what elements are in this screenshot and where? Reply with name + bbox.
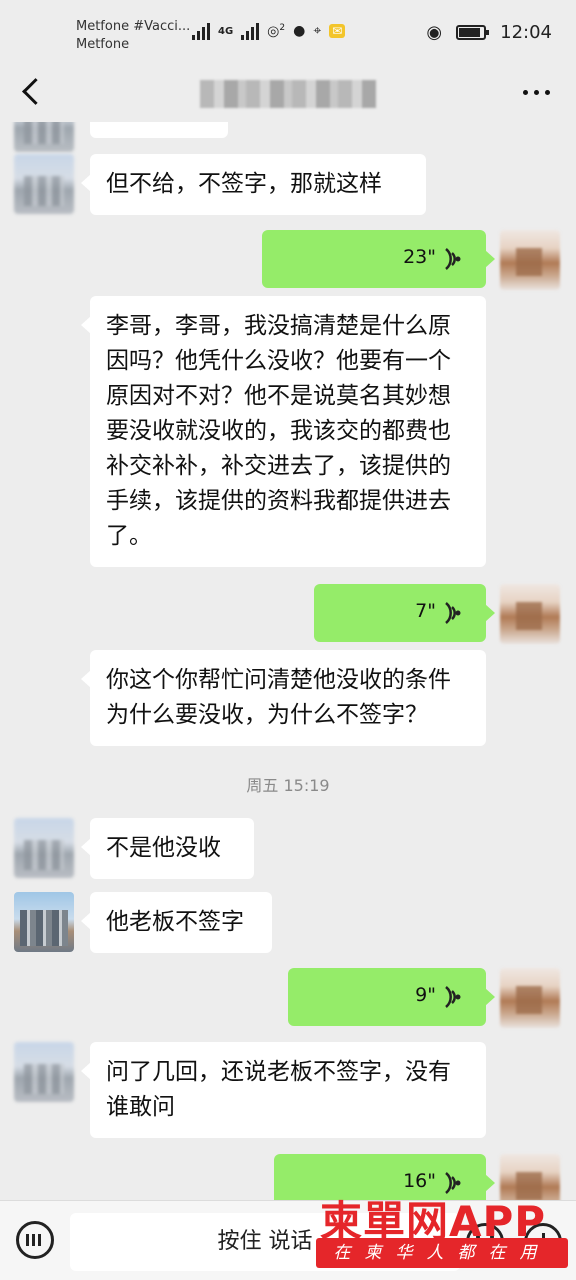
hotspot-count: 2 [279,22,286,33]
message-bubble-partial[interactable] [90,122,228,138]
message-bubble[interactable]: 他老板不签字 [81,892,272,953]
status-bar: Metfone #Vacci... Metfone 4G ◎2 ● ⌖ ✉ ◉ … [0,0,576,64]
hotspot-icon: ◎2 [267,22,286,40]
message-timestamp: 周五 15:19 [246,776,330,795]
message-text: 他老板不签字 [106,909,244,935]
carrier-line-1: Metfone #Vacci... [76,19,191,34]
voice-wave-icon [445,602,461,624]
status-right: ◉ 12:04 [426,22,552,43]
avatar[interactable] [14,154,74,214]
carrier-line-2: Metfone [76,37,130,52]
more-button[interactable] [523,90,550,95]
voice-duration: 7" [415,600,436,622]
signal-icon-2 [241,22,260,40]
message-bubble[interactable]: 但不给，不签字，那就这样 [81,154,426,215]
ellipsis-icon [523,90,528,95]
watermark-logo: 柬單网APP 在柬华人都在用 [316,1188,574,1278]
my-avatar[interactable] [500,968,560,1028]
avatar[interactable] [14,818,74,878]
my-avatar[interactable] [500,584,560,644]
signal-icon [192,22,210,40]
watermark-slogan: 在柬华人都在用 [316,1238,568,1268]
avatar[interactable] [14,122,74,152]
avatar[interactable] [14,1042,74,1102]
back-button[interactable] [18,76,48,108]
voice-message[interactable]: 9" [288,968,495,1026]
location-icon: ⌖ [313,23,322,39]
voice-duration: 23" [403,246,436,268]
carrier-info: Metfone #Vacci... Metfone [76,18,190,54]
keyboard-icon[interactable] [16,1221,54,1259]
chat-bubble-icon: ● [293,23,306,39]
network-label: 4G [218,25,234,37]
battery-icon [456,25,490,40]
message-bubble[interactable]: 李哥，李哥，我没搞清楚是什么原因吗？他凭什么没收？他要有一个原因对不对？他不是说… [81,296,486,567]
avatar[interactable] [14,892,74,952]
battery-level [459,28,480,37]
voice-wave-icon [445,248,461,270]
message-bubble[interactable]: 问了几回，还说老板不签字，没有谁敢问 [81,1042,486,1138]
voice-wave-icon [445,986,461,1008]
message-bubble[interactable]: 不是他没收 [81,818,254,879]
message-text: 但不给，不签字，那就这样 [106,171,382,197]
voice-duration: 9" [415,984,436,1006]
chat-header [0,64,576,122]
clock: 12:04 [500,22,552,43]
message-text: 不是他没收 [106,835,221,861]
voice-message[interactable]: 23" [262,230,495,288]
chat-area[interactable]: 但不给，不签字，那就这样 23" 李哥，李哥，我没搞清楚是什么原因吗？他凭什么没… [0,122,576,1200]
message-text: 你这个你帮忙问清楚他没收的条件为什么要没收，为什么不签字？ [106,667,451,728]
my-avatar[interactable] [500,230,560,290]
status-icons: 4G ◎2 ● ⌖ ✉ [192,22,346,40]
mail-icon: ✉ [329,24,346,38]
contact-name-blurred [200,80,376,108]
eye-icon: ◉ [426,22,443,43]
message-text: 李哥，李哥，我没搞清楚是什么原因吗？他凭什么没收？他要有一个原因对不对？他不是说… [106,313,451,549]
message-bubble[interactable]: 你这个你帮忙问清楚他没收的条件为什么要没收，为什么不签字？ [81,650,486,746]
voice-message[interactable]: 7" [314,584,495,642]
message-text: 问了几回，还说老板不签字，没有谁敢问 [106,1059,451,1120]
